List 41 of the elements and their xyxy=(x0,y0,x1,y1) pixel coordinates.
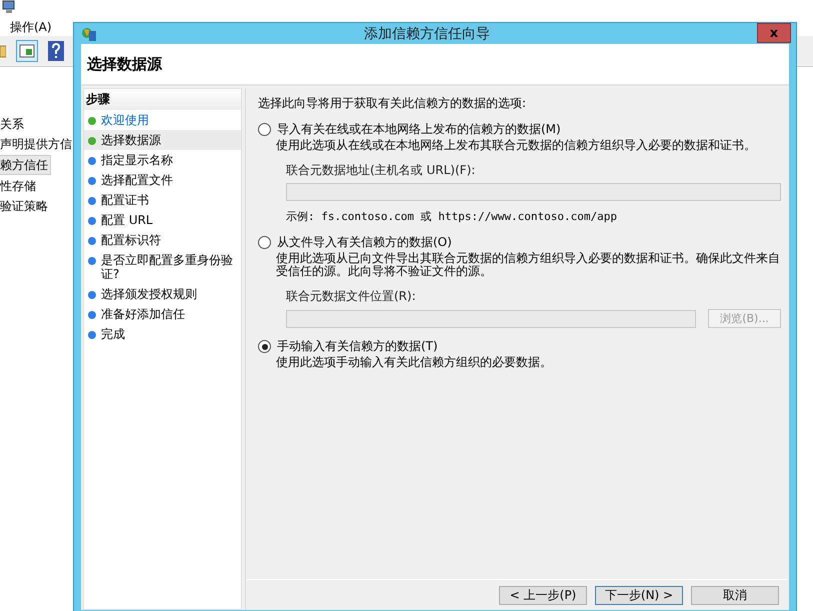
wizard-icon xyxy=(81,26,97,42)
tree-item[interactable]: 关系 xyxy=(0,115,26,133)
option-label[interactable]: 手动输入有关信赖方的数据(T) xyxy=(277,338,438,356)
option-label[interactable]: 从文件导入有关信赖方的数据(O) xyxy=(277,234,452,252)
step-item[interactable]: 指定显示名称 xyxy=(84,150,241,170)
menu-item[interactable]: 操作(A) xyxy=(10,18,52,36)
instruction-text: 选择此向导将用于获取有关此信赖方的数据的选项: xyxy=(258,95,528,112)
option-description: 使用此选项从已向文件导出其联合元数据的信赖方组织导入必要的数据和证书。确保此文件来自受信任的源。此向导将不验证文件的源。 xyxy=(276,252,781,278)
wizard-button[interactable]: 下一步(N) > xyxy=(595,586,683,605)
step-item[interactable]: 选择颁发授权规则 xyxy=(84,284,241,304)
example-text: 示例: fs.contoso.com 或 https://www.contoso.com/app xyxy=(286,209,618,224)
option-description: 使用此选项手动输入有关此信赖方组织的必要数据。 xyxy=(276,356,553,370)
tree-item[interactable]: 赖方信任 xyxy=(0,155,51,175)
tree-item[interactable]: 性存储 xyxy=(0,177,38,195)
step-item[interactable]: 完成 xyxy=(84,324,241,344)
wizard-button[interactable]: 取消 xyxy=(691,586,779,605)
step-item[interactable]: 配置证书 xyxy=(84,190,241,210)
page-heading: 选择数据源 xyxy=(81,44,789,86)
step-item[interactable]: 是否立即配置多重身份验证? xyxy=(84,250,241,284)
tree-item[interactable]: 验证策略 xyxy=(0,197,50,215)
panel-icon[interactable] xyxy=(16,40,38,62)
step-item[interactable]: 欢迎使用 xyxy=(84,110,241,130)
wizard-button[interactable]: < 上一步(P) xyxy=(499,586,587,605)
radio-button[interactable] xyxy=(258,340,271,354)
help-icon[interactable] xyxy=(48,41,64,61)
field-label: 联合元数据文件位置(R): xyxy=(286,288,417,306)
step-item[interactable]: 配置 URL xyxy=(84,210,241,230)
option-description: 使用此选项从在线或在本地网络上发布其联合元数据的信赖方组织导入必要的数据和证书。 xyxy=(276,139,757,152)
computer-icon xyxy=(2,0,16,14)
folder-icon[interactable] xyxy=(0,43,6,59)
radio-button[interactable] xyxy=(258,236,271,250)
step-item[interactable]: 准备好添加信任 xyxy=(84,304,241,324)
step-item[interactable]: 配置标识符 xyxy=(84,230,241,250)
option-label[interactable]: 导入有关在线或在本地网络上发布的信赖方的数据(M) xyxy=(277,121,561,138)
close-button[interactable]: x xyxy=(757,23,791,43)
step-item[interactable]: 选择配置文件 xyxy=(84,170,241,190)
field-label: 联合元数据地址(主机名或 URL)(F): xyxy=(286,162,476,180)
tree-item[interactable]: 声明提供方信 xyxy=(0,135,74,153)
window-title: 添加信赖方信任向导 xyxy=(363,24,491,43)
step-item[interactable]: 选择数据源 xyxy=(84,130,241,150)
radio-button[interactable] xyxy=(258,123,271,136)
